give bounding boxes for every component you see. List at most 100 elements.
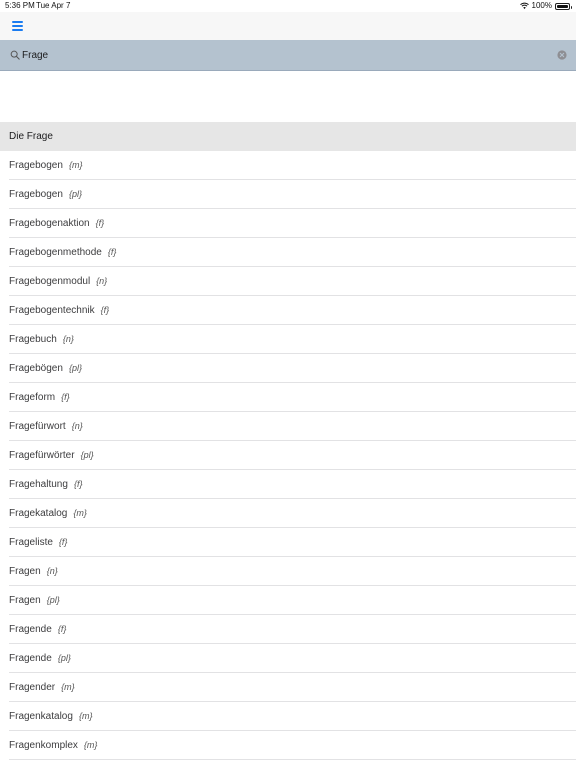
- search-bar: [0, 40, 576, 71]
- list-item-word: Fragende {pl}: [9, 644, 71, 673]
- list-item-word: Fragebuch {n}: [9, 325, 74, 354]
- list-item-label: Fragebogenaktion: [9, 218, 90, 229]
- list-item-gender: {n}: [46, 566, 58, 576]
- list-item-label: Fragebogenmethode: [9, 247, 102, 258]
- list-item[interactable]: Fragebogenmodul {n}: [0, 267, 576, 296]
- list-item-label: Fragekatalog: [9, 508, 68, 519]
- list-item-word: Fragekatalog {m}: [9, 499, 87, 528]
- list-item-word: Fragebogen {pl}: [9, 180, 82, 209]
- list-item-word: Fragende {f}: [9, 615, 66, 644]
- wifi-icon: [519, 2, 529, 9]
- status-indicators: 100%: [519, 0, 572, 12]
- list-item[interactable]: Fragebuch {n}: [0, 325, 576, 354]
- list-item[interactable]: Frageform {f}: [0, 383, 576, 412]
- list-item[interactable]: Fragebogen {pl}: [0, 180, 576, 209]
- list-item[interactable]: Fragebogen {m}: [0, 151, 576, 180]
- list-item-word: Fragenkatalog {m}: [9, 702, 92, 731]
- list-item-gender: {f}: [73, 479, 83, 489]
- list-item[interactable]: Fragehaltung {f}: [0, 470, 576, 499]
- list-item-word: Frageform {f}: [9, 383, 70, 412]
- list-item[interactable]: Fragekatalog {m}: [0, 499, 576, 528]
- list-item-label: Fragebögen: [9, 363, 63, 374]
- list-item-label: Fragen: [9, 566, 41, 577]
- list-item-gender: {n}: [62, 334, 74, 344]
- list-item-label: Fragende: [9, 653, 52, 664]
- list-item-gender: {f}: [61, 392, 70, 402]
- list-item[interactable]: Frageliste {f}: [0, 528, 576, 557]
- list-item-word: Fragen {pl}: [9, 586, 60, 615]
- list-item-label: Fragebogentechnik: [9, 305, 95, 316]
- list-item-gender: {m}: [68, 160, 83, 170]
- list-item[interactable]: Fragebogentechnik {f}: [0, 296, 576, 325]
- list-item-gender: {m}: [73, 508, 87, 518]
- list-item-gender: {pl}: [46, 595, 60, 605]
- list-item-word: Frageliste {f}: [9, 528, 67, 557]
- battery-icon: [555, 2, 572, 10]
- list-item-gender: {pl}: [57, 653, 71, 663]
- list-item[interactable]: Fragefürwort {n}: [0, 412, 576, 441]
- search-field[interactable]: [6, 44, 570, 66]
- results-list: Fragebogen {m} Fragebogen {pl} Fragebogenakt…: [0, 151, 576, 760]
- list-item[interactable]: Fragende {pl}: [0, 644, 576, 673]
- list-item-label: Fragender: [9, 682, 56, 693]
- clear-icon[interactable]: [557, 50, 567, 60]
- list-item-word: Fragefürwörter {pl}: [9, 441, 94, 470]
- list-item-word: Fragender {m}: [9, 673, 75, 702]
- list-item-word: Fragebogentechnik {f}: [9, 296, 109, 325]
- list-item-word: Fragebogen {m}: [9, 151, 82, 180]
- list-item-gender: {m}: [78, 711, 93, 721]
- list-item[interactable]: Fragende {f}: [0, 615, 576, 644]
- list-item-word: Fragebogenmodul {n}: [9, 267, 107, 296]
- list-item-label: Fragebuch: [9, 334, 57, 345]
- list-item-gender: {pl}: [68, 189, 82, 199]
- list-item-gender: {m}: [61, 682, 75, 692]
- list-item-gender: {n}: [71, 421, 83, 431]
- list-item-gender: {f}: [107, 247, 117, 257]
- list-item-gender: {m}: [83, 740, 98, 750]
- list-item-gender: {f}: [100, 305, 110, 315]
- list-item-gender: {pl}: [80, 450, 94, 460]
- list-item-label: Fragen: [9, 595, 41, 606]
- list-item-label: Fragende: [9, 624, 52, 635]
- list-item-label: Fragebogenmodul: [9, 276, 91, 287]
- status-time: 5:36 PM: [5, 1, 35, 10]
- list-item-label: Fragehaltung: [9, 479, 68, 490]
- list-item-word: Fragen {n}: [9, 557, 58, 586]
- search-input[interactable]: [22, 44, 552, 66]
- list-item-word: Fragebögen {pl}: [9, 354, 82, 383]
- list-item-word: Fragehaltung {f}: [9, 470, 82, 499]
- section-title: Die Frage: [9, 131, 53, 142]
- list-item-label: Frageliste: [9, 537, 53, 548]
- list-item[interactable]: Fragefürwörter {pl}: [0, 441, 576, 470]
- list-item[interactable]: Fragenkatalog {m}: [0, 702, 576, 731]
- list-item-gender: {pl}: [68, 363, 82, 373]
- list-item[interactable]: Fragebogenmethode {f}: [0, 238, 576, 267]
- list-item-label: Fragenkomplex: [9, 740, 78, 751]
- list-item-word: Fragenkomplex {m}: [9, 731, 97, 760]
- status-bar: 5:36 PM Tue Apr 7 100%: [0, 0, 576, 12]
- list-item-gender: {f}: [95, 218, 105, 228]
- list-item[interactable]: Fragebögen {pl}: [0, 354, 576, 383]
- list-item-word: Fragebogenmethode {f}: [9, 238, 116, 267]
- navigation-bar: [0, 12, 576, 40]
- list-item-gender: {n}: [96, 276, 108, 286]
- menu-icon[interactable]: [12, 20, 24, 32]
- list-item-word: Fragebogenaktion {f}: [9, 209, 104, 238]
- search-icon: [10, 50, 20, 60]
- list-item[interactable]: Fragen {pl}: [0, 586, 576, 615]
- list-item-label: Fragebogen: [9, 189, 63, 200]
- status-date: Tue Apr 7: [36, 1, 71, 10]
- list-item[interactable]: Fragen {n}: [0, 557, 576, 586]
- list-item-gender: {f}: [57, 624, 67, 634]
- list-item-gender: {f}: [58, 537, 68, 547]
- list-item[interactable]: Fragender {m}: [0, 673, 576, 702]
- battery-percentage: 100%: [531, 1, 552, 10]
- list-item[interactable]: Fragenkomplex {m}: [0, 731, 576, 760]
- list-item-label: Fragebogen: [9, 160, 63, 171]
- list-item-label: Fragenkatalog: [9, 711, 73, 722]
- list-item[interactable]: Fragebogenaktion {f}: [0, 209, 576, 238]
- list-item-label: Fragefürwort: [9, 421, 66, 432]
- list-item-label: Fragefürwörter: [9, 450, 75, 461]
- list-item-word: Fragefürwort {n}: [9, 412, 83, 441]
- list-item-label: Frageform: [9, 392, 56, 403]
